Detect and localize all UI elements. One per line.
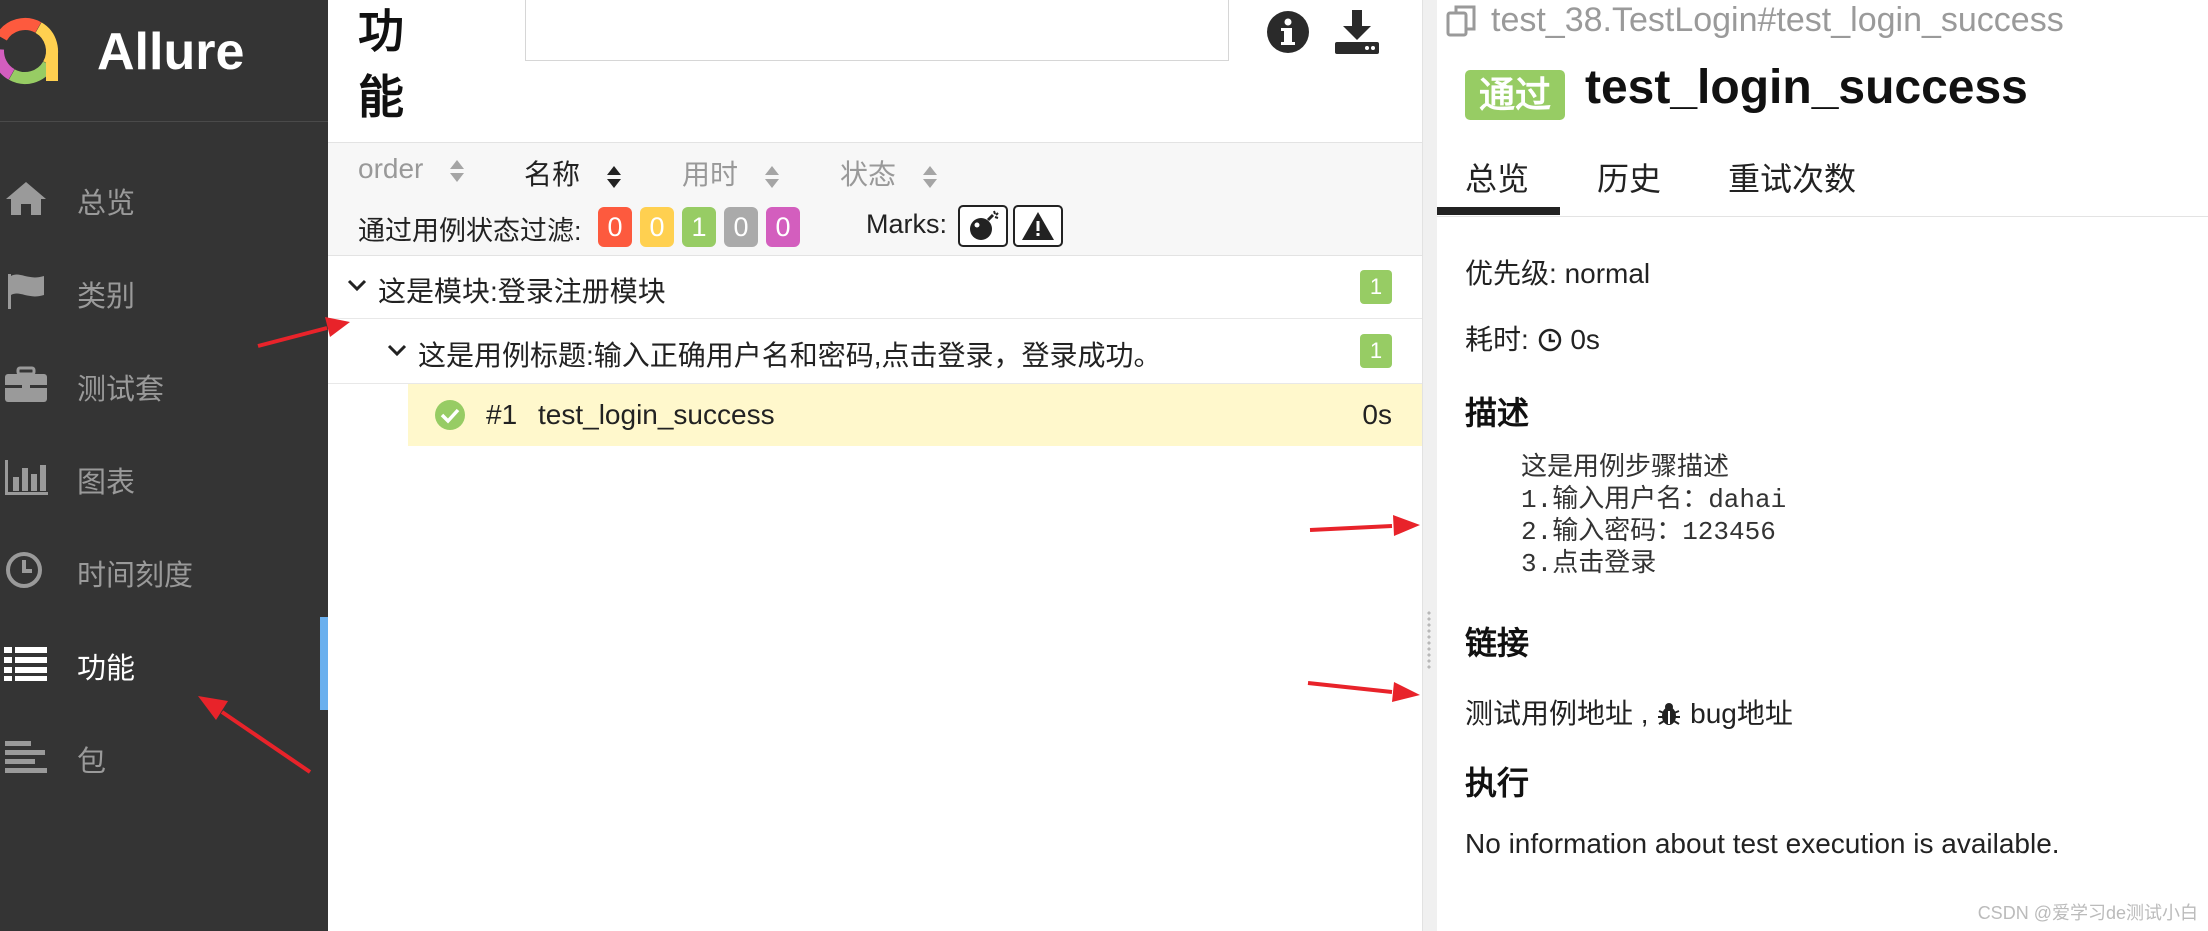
sidebar-item-suites[interactable]: 测试套 (0, 338, 328, 431)
description-line: 这是用例步骤描述 (1521, 453, 1730, 483)
tree-group-label: 这是模块:登录注册模块 (378, 276, 666, 307)
sort-status[interactable]: 状态 (840, 153, 938, 193)
description-body: 这是用例步骤描述 1.输入用户名：dahai 2.输入密码：123456 3.点… (1521, 452, 1786, 580)
bug-icon (1658, 703, 1681, 725)
sidebar-item-label: 测试套 (77, 374, 165, 406)
flag-icon (8, 274, 44, 309)
priority-label: 优先级: (1465, 258, 1557, 289)
splitter-grip-icon[interactable] (1426, 610, 1432, 670)
description-heading: 描述 (1465, 395, 1530, 431)
tree-group-label: 这是用例标题:输入正确用户名和密码,点击登录，登录成功。 (418, 340, 1162, 371)
tab-history[interactable]: 历史 (1597, 154, 1661, 200)
breadcrumb[interactable]: test_38.TestLogin#test_login_success (1491, 1, 2064, 40)
sidebar-item-label: 总览 (77, 188, 136, 220)
brand-name: Allure (97, 23, 245, 81)
test-case-duration: 0s (1362, 399, 1392, 430)
filter-skipped-toggle[interactable]: 0 (724, 207, 758, 247)
duration-field: 耗时: 0s (1465, 318, 1600, 358)
tree-group-story[interactable]: 这是用例标题:输入正确用户名和密码,点击登录，登录成功。 1 (328, 319, 1422, 384)
behaviors-panel: 功能 order 名称 用时 状态 通过用例状态过滤: 0 0 1 0 0 Ma… (328, 0, 1422, 931)
test-detail-panel: test_38.TestLogin#test_login_success 通过 … (1437, 0, 2208, 931)
bug-link[interactable]: bug地址 (1690, 698, 1793, 729)
clock-icon (6, 552, 42, 588)
link-separator: , (1640, 698, 1649, 729)
bar-chart-icon (5, 460, 48, 495)
sidebar-item-label: 包 (77, 746, 107, 778)
watermark: CSDN @爱学习de测试小白 (1977, 903, 2198, 923)
download-icon[interactable] (1331, 6, 1383, 58)
tree-controls: order 名称 用时 状态 通过用例状态过滤: 0 0 1 0 0 Marks… (328, 143, 1422, 256)
sort-icon (450, 159, 465, 182)
sidebar-item-label: 图表 (77, 467, 136, 499)
sidebar-nav: 总览 类别 测试套 图表 时间刻度 功能 包 (0, 152, 328, 803)
sidebar: Allure 总览 类别 测试套 图表 时间刻度 功能 包 (0, 0, 328, 931)
copy-icon[interactable] (1445, 4, 1479, 38)
filter-failed-toggle[interactable]: 0 (598, 207, 632, 247)
briefcase-icon (5, 366, 47, 402)
brand[interactable]: Allure (0, 0, 328, 122)
sidebar-item-label: 功能 (77, 653, 136, 685)
description-line: 3.点击登录 (1521, 549, 1657, 579)
chevron-down-icon (387, 344, 407, 357)
marks-label: Marks: (866, 209, 947, 239)
tab-overview[interactable]: 总览 (1465, 154, 1529, 200)
sidebar-item-label: 时间刻度 (77, 560, 194, 592)
sidebar-item-graphs[interactable]: 图表 (0, 431, 328, 524)
priority-field: 优先级: normal (1465, 252, 1650, 292)
sidebar-item-categories[interactable]: 类别 (0, 245, 328, 338)
clock-icon (1538, 328, 1561, 352)
tab-retries[interactable]: 重试次数 (1728, 154, 1856, 200)
tree-group-count: 1 (1360, 334, 1392, 368)
tree-group-count: 1 (1360, 270, 1392, 304)
sort-icon (922, 165, 937, 188)
execution-message: No information about test execution is a… (1465, 828, 2060, 859)
sort-label: 名称 (524, 159, 581, 190)
description-line: 1.输入用户名：dahai (1521, 485, 1787, 515)
sort-order[interactable]: order (358, 153, 465, 185)
priority-value: normal (1564, 258, 1651, 289)
chevron-down-icon (347, 279, 367, 292)
filter-passed-toggle[interactable]: 1 (682, 207, 716, 247)
execution-heading: 执行 (1465, 765, 1530, 801)
align-left-icon (5, 741, 47, 773)
duration-value: 0s (1570, 324, 1600, 355)
filter-unknown-toggle[interactable]: 0 (766, 207, 800, 247)
test-case-number: #1 (486, 399, 518, 430)
sort-icon (606, 165, 621, 188)
sort-label: 状态 (840, 159, 897, 190)
sidebar-item-overview[interactable]: 总览 (0, 152, 328, 245)
info-icon[interactable] (1262, 6, 1314, 58)
duration-label: 耗时: (1465, 324, 1529, 355)
status-badge: 通过 (1465, 70, 1565, 120)
test-case-name: test_login_success (538, 399, 775, 430)
sidebar-item-label: 类别 (77, 281, 136, 313)
sort-icon (764, 165, 779, 188)
sidebar-item-timeline[interactable]: 时间刻度 (0, 524, 328, 617)
sort-label: 用时 (682, 159, 739, 190)
bomb-icon[interactable] (958, 205, 1008, 247)
list-icon (4, 647, 47, 681)
active-tab-indicator (1437, 207, 1560, 215)
sort-name[interactable]: 名称 (524, 153, 622, 193)
sidebar-item-behaviors[interactable]: 功能 (0, 617, 328, 710)
tree-group-module[interactable]: 这是模块:登录注册模块 1 (328, 256, 1422, 319)
check-circle-icon (435, 400, 465, 430)
tree-leaf-test-case[interactable]: #1 test_login_success 0s (408, 384, 1422, 446)
page-title: 功能 (358, 5, 404, 123)
allure-logo-icon (0, 18, 58, 84)
links-heading: 链接 (1465, 625, 1530, 661)
search-input[interactable] (525, 0, 1229, 61)
test-case-link[interactable]: 测试用例地址 (1465, 698, 1633, 729)
links-row: 测试用例地址 , bug地址 (1465, 692, 1793, 732)
pane-splitter[interactable] (1422, 0, 1438, 931)
sort-duration[interactable]: 用时 (682, 153, 780, 193)
status-filter-label: 通过用例状态过滤: (358, 216, 582, 246)
sidebar-item-packages[interactable]: 包 (0, 710, 328, 803)
home-icon (6, 182, 46, 215)
warning-icon[interactable] (1013, 205, 1063, 247)
test-case-title: test_login_success (1585, 61, 2028, 114)
filter-broken-toggle[interactable]: 0 (640, 207, 674, 247)
description-line: 2.输入密码：123456 (1521, 517, 1776, 547)
sort-label: order (358, 153, 424, 184)
